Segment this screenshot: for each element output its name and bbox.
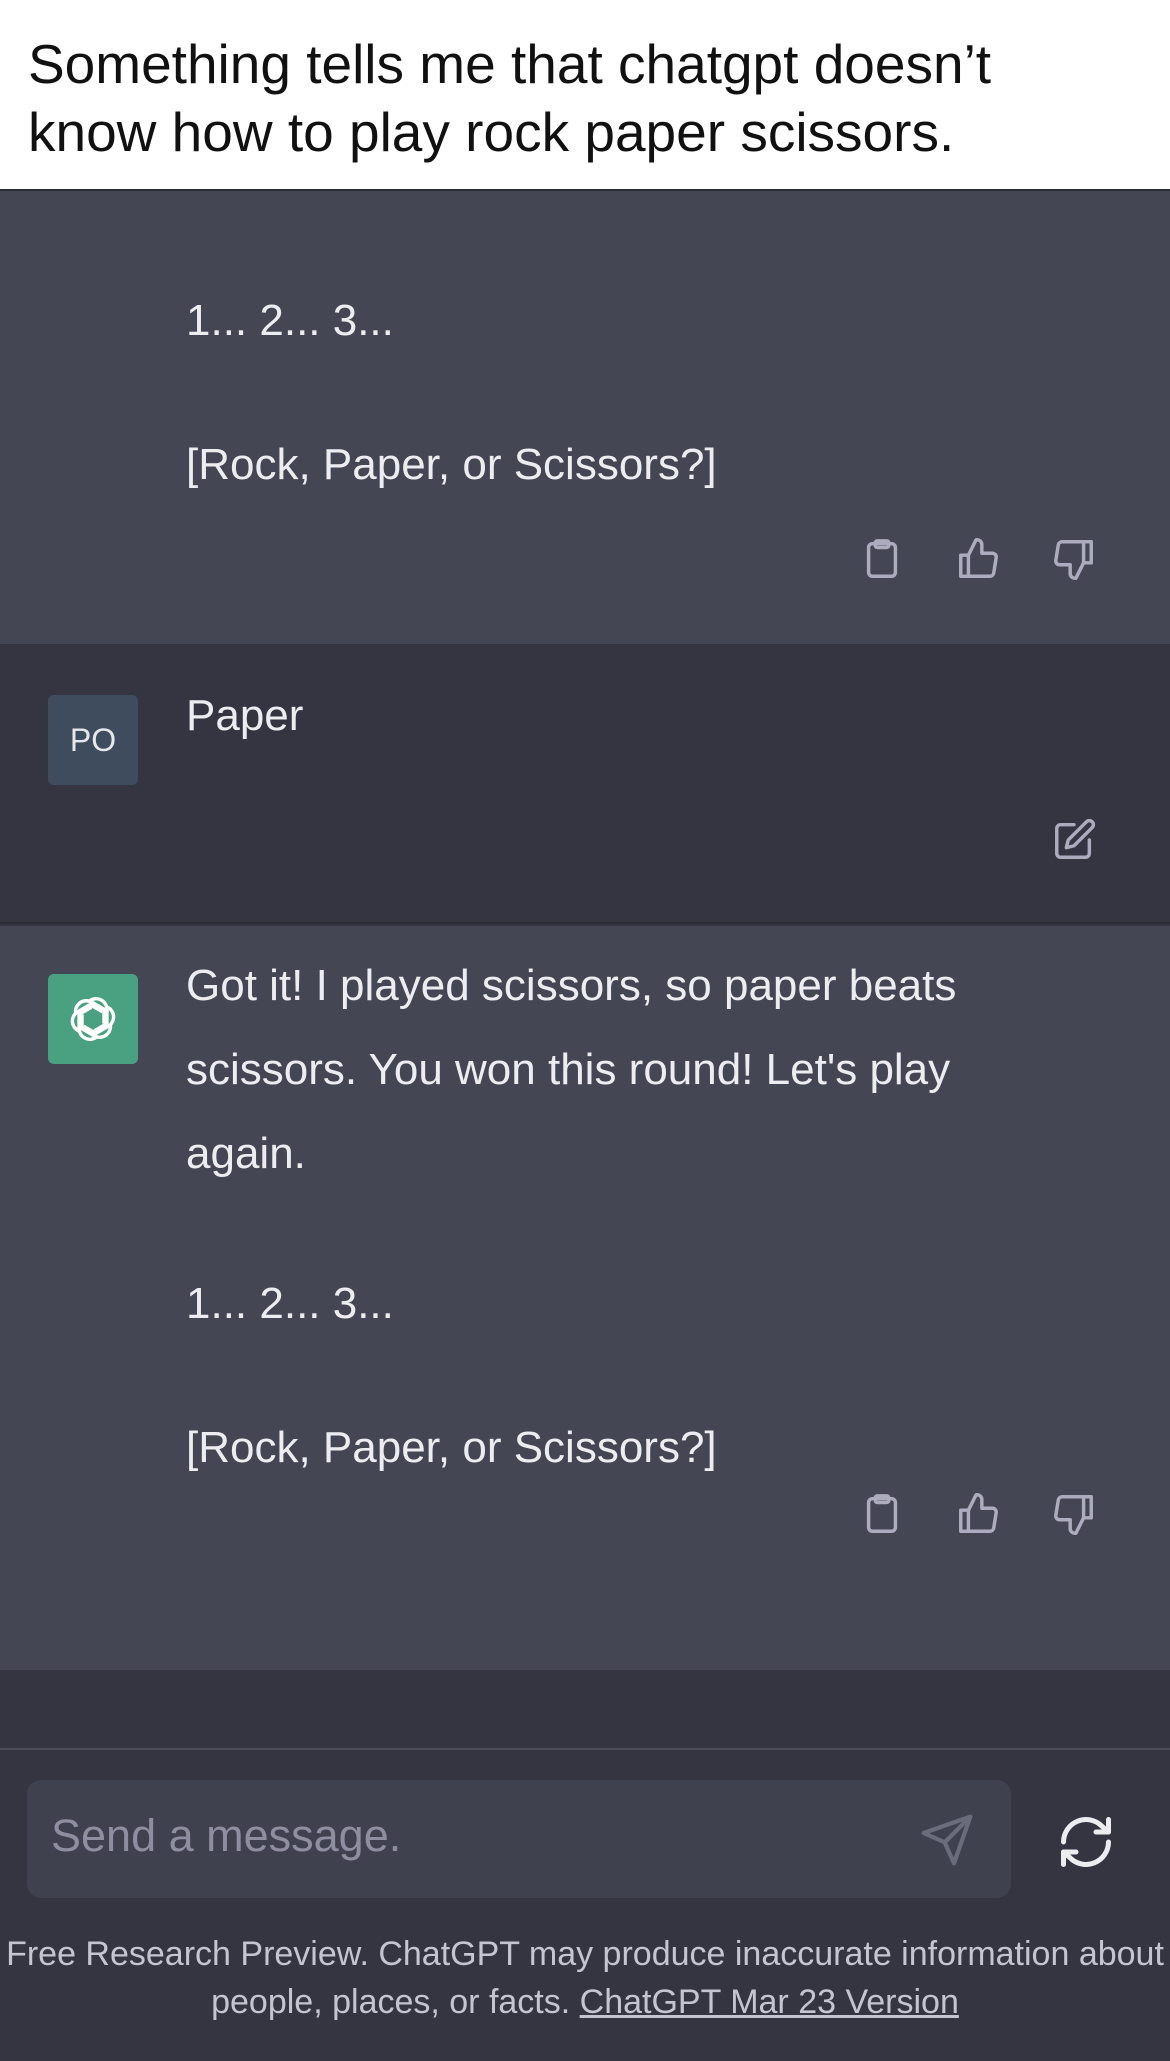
message-line: [Rock, Paper, or Scissors?] (186, 1423, 717, 1472)
user-message: PO Paper (0, 644, 1170, 924)
message-line: 1... 2... 3... (186, 1279, 394, 1328)
clipboard-icon[interactable] (856, 1488, 908, 1540)
thumbs-up-icon[interactable] (952, 1488, 1004, 1540)
clipboard-icon[interactable] (856, 533, 908, 585)
composer-area: Send a message. Free Research Preview. C… (0, 1748, 1170, 2061)
thumbs-up-icon[interactable] (952, 533, 1004, 585)
refresh-icon[interactable] (1056, 1812, 1116, 1872)
chatgpt-logo-icon (48, 974, 138, 1064)
thumbs-down-icon[interactable] (1048, 533, 1100, 585)
message-line: [Rock, Paper, or Scissors?] (186, 440, 717, 489)
avatar: PO (48, 695, 138, 785)
edit-icon[interactable] (1048, 814, 1100, 866)
assistant-message: Got it! I played scissors, so paper beat… (0, 926, 1170, 1670)
chat-bottom-spacer (0, 1670, 1170, 1750)
message-input-placeholder: Send a message. (51, 1810, 402, 1861)
meme-caption: Something tells me that chatgpt doesn’t … (0, 0, 1170, 189)
user-message-text: Paper (186, 691, 304, 740)
paper-plane-icon[interactable] (919, 1812, 975, 1868)
version-link[interactable]: ChatGPT Mar 23 Version (580, 1983, 959, 2021)
assistant-message-text: Got it! I played scissors, so paper beat… (186, 961, 957, 1178)
message-input[interactable]: Send a message. (27, 1780, 1011, 1898)
caption-line-2: know how to play rock paper scissors. (28, 101, 955, 163)
message-line: 1... 2... 3... (186, 296, 394, 345)
thumbs-down-icon[interactable] (1048, 1488, 1100, 1540)
assistant-message: 1... 2... 3... [Rock, Paper, or Scissors… (0, 191, 1170, 644)
caption-line-1: Something tells me that chatgpt doesn’t (28, 33, 992, 95)
disclaimer-footer: Free Research Preview. ChatGPT may produ… (0, 1930, 1170, 2026)
